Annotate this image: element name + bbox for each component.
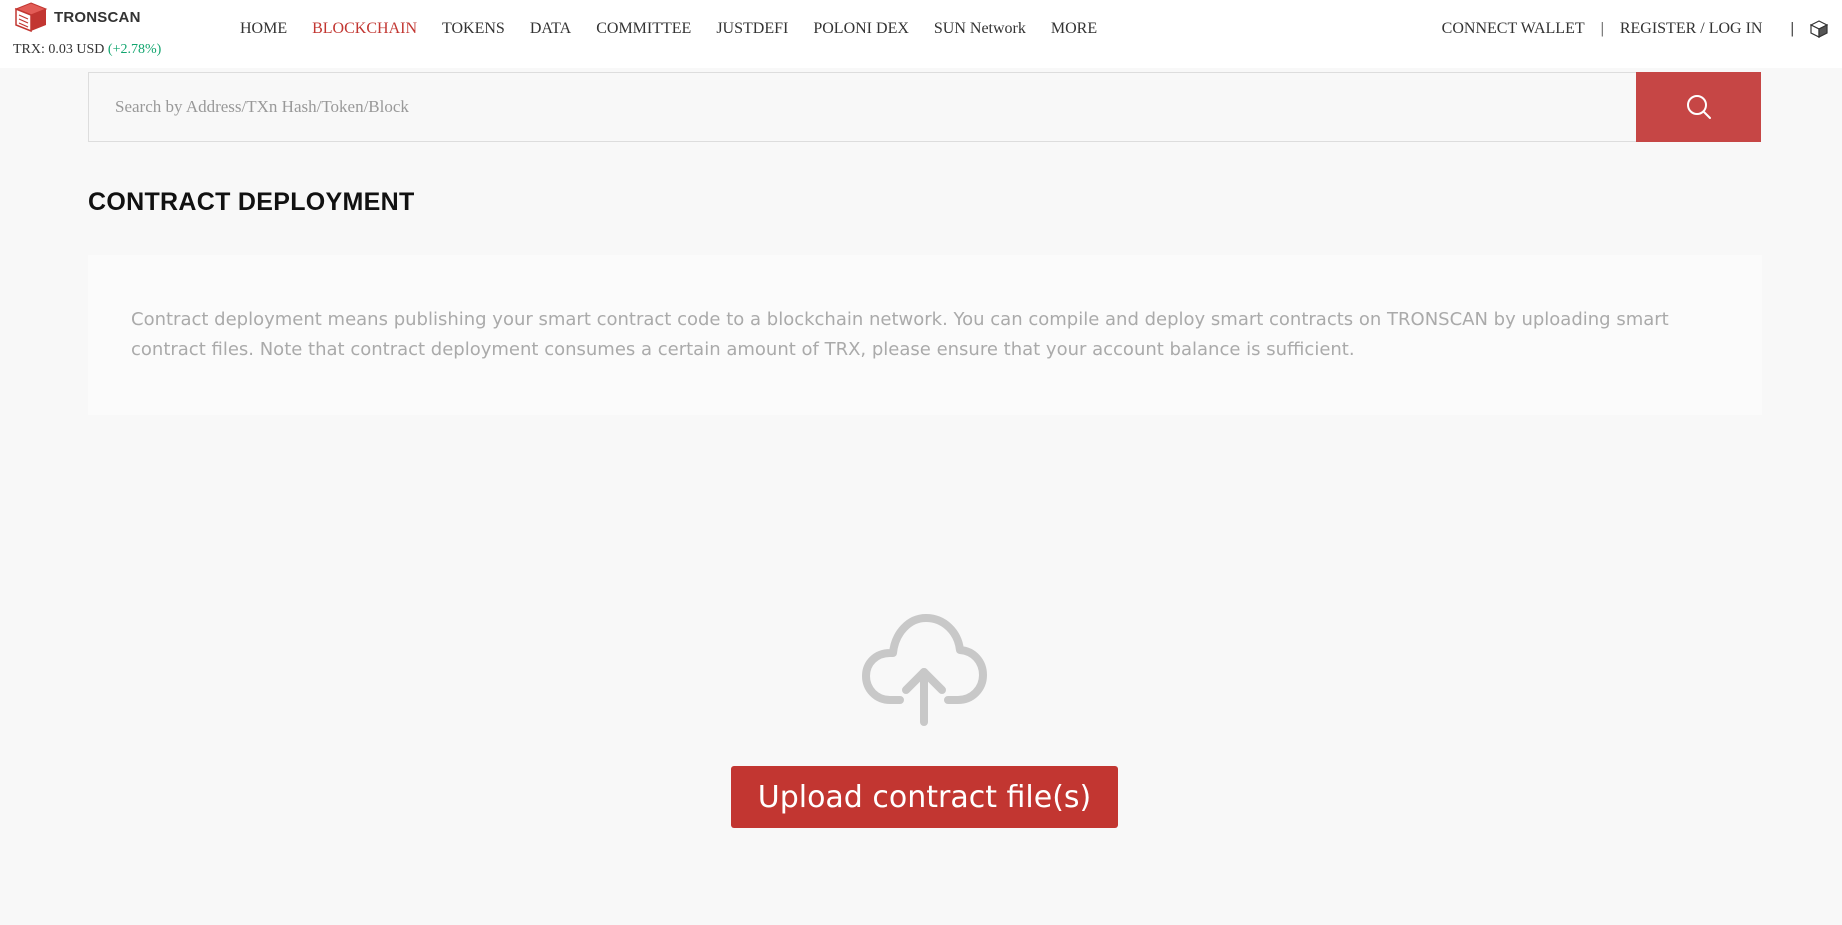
brand-name: TRONSCAN bbox=[54, 8, 141, 26]
nav-blockchain[interactable]: BLOCKCHAIN bbox=[312, 20, 417, 38]
header-separator-2: | bbox=[1790, 20, 1794, 37]
top-header: TRONSCAN TRX: 0.03 USD (+2.78%) HOME BLO… bbox=[0, 0, 1842, 68]
search-input[interactable] bbox=[88, 72, 1636, 142]
search-bar bbox=[88, 72, 1761, 142]
nav-home[interactable]: HOME bbox=[240, 20, 287, 38]
nav-data[interactable]: DATA bbox=[530, 20, 571, 38]
header-actions: CONNECT WALLET | REGISTER / LOG IN | bbox=[1442, 20, 1828, 38]
description-box: Contract deployment means publishing you… bbox=[88, 255, 1762, 415]
register-login-link[interactable]: REGISTER / LOG IN bbox=[1620, 20, 1763, 38]
main-nav: HOME BLOCKCHAIN TOKENS DATA COMMITTEE JU… bbox=[240, 20, 1122, 38]
nav-poloni-dex[interactable]: POLONI DEX bbox=[813, 20, 909, 38]
tronscan-logo-icon bbox=[14, 2, 48, 33]
description-text: Contract deployment means publishing you… bbox=[131, 309, 1669, 360]
price-value: 0.03 bbox=[48, 42, 73, 57]
upload-contract-button[interactable]: Upload contract file(s) bbox=[731, 766, 1118, 828]
cloud-upload-icon bbox=[862, 614, 987, 726]
nav-tokens[interactable]: TOKENS bbox=[442, 20, 505, 38]
price-unit: USD bbox=[76, 42, 105, 57]
trx-price: TRX: 0.03 USD (+2.78%) bbox=[13, 42, 161, 58]
nav-justdefi[interactable]: JUSTDEFI bbox=[716, 20, 788, 38]
nav-committee[interactable]: COMMITTEE bbox=[596, 20, 691, 38]
price-label: TRX: bbox=[13, 42, 45, 57]
search-button[interactable] bbox=[1636, 72, 1761, 142]
upload-button-label: Upload contract file(s) bbox=[757, 779, 1092, 815]
search-icon bbox=[1686, 95, 1711, 119]
price-change: (+2.78%) bbox=[107, 42, 162, 57]
nav-more[interactable]: MORE bbox=[1051, 20, 1097, 38]
header-separator: | bbox=[1600, 20, 1604, 37]
nav-sun-network[interactable]: SUN Network bbox=[934, 20, 1026, 38]
cube-icon[interactable] bbox=[1810, 20, 1828, 38]
brand-logo[interactable]: TRONSCAN bbox=[13, 1, 141, 33]
connect-wallet-link[interactable]: CONNECT WALLET bbox=[1442, 20, 1585, 38]
page-title: CONTRACT DEPLOYMENT bbox=[88, 188, 415, 216]
